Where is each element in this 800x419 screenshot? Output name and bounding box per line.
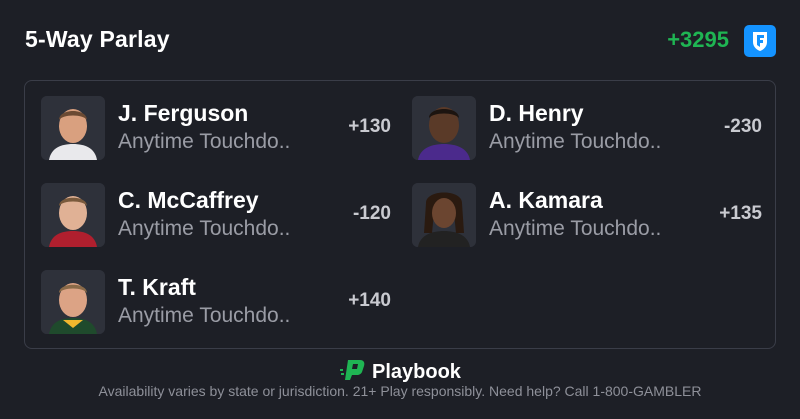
player-headshot-icon [41,183,105,247]
leg-odds: -120 [352,203,391,224]
player-name: A. Kamara [489,187,603,213]
playbook-brand-text: Playbook [372,360,461,383]
parlay-legs-card: J. Ferguson Anytime Touchdo.. +130 D. He… [24,80,776,349]
player-name: C. McCaffrey [118,187,259,213]
player-headshot-icon [41,96,105,160]
market-label: Anytime Touchdo.. [118,130,291,153]
player-headshot-icon [412,96,476,160]
player-headshot-icon [41,270,105,334]
leg-item[interactable]: T. Kraft Anytime Touchdo.. +140 [41,270,391,334]
leg-item[interactable]: J. Ferguson Anytime Touchdo.. +130 [41,96,391,160]
leg-item[interactable]: A. Kamara Anytime Touchdo.. +135 [412,183,762,247]
leg-item[interactable]: C. McCaffrey Anytime Touchdo.. -120 [41,183,391,247]
total-odds: +3295 [667,27,729,52]
market-label: Anytime Touchdo.. [489,130,662,153]
leg-odds: -230 [723,116,762,137]
disclaimer-text: Availability varies by state or jurisdic… [98,383,702,399]
player-name: T. Kraft [118,274,196,300]
market-label: Anytime Touchdo.. [489,217,662,240]
playbook-brand: Playbook [340,359,461,385]
market-label: Anytime Touchdo.. [118,217,291,240]
player-headshot-icon [412,183,476,247]
fanduel-shield-icon[interactable] [744,25,776,57]
leg-odds: +130 [348,116,391,137]
parlay-title: 5-Way Parlay [25,26,170,52]
player-name: J. Ferguson [118,100,249,126]
leg-odds: +140 [348,290,391,311]
market-label: Anytime Touchdo.. [118,304,291,327]
leg-item[interactable]: D. Henry Anytime Touchdo.. -230 [412,96,762,160]
leg-odds: +135 [719,203,762,224]
player-name: D. Henry [489,100,584,126]
parlay-header: 5-Way Parlay +3295 [0,0,800,80]
